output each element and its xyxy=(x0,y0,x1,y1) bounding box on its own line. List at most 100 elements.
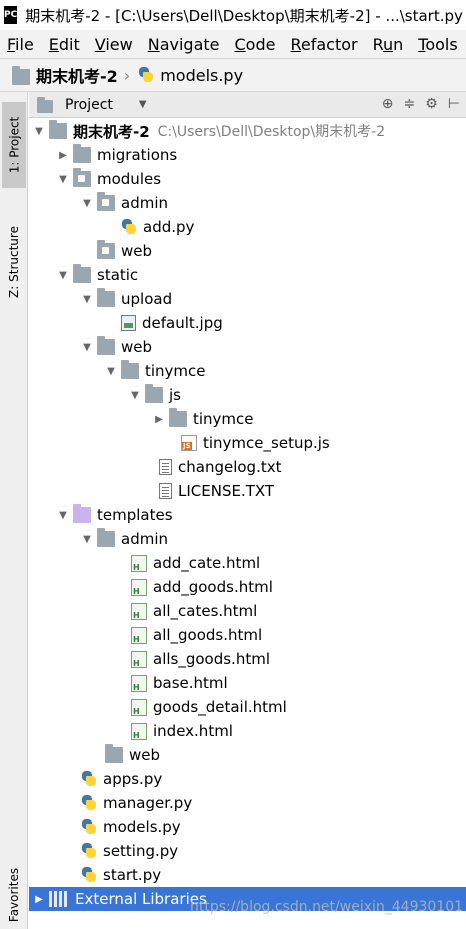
tree-item[interactable]: add.py xyxy=(29,215,466,239)
collapsed-arrow-icon[interactable]: ▶ xyxy=(151,411,167,427)
collapsed-arrow-icon[interactable]: ▶ xyxy=(31,891,47,907)
chevron-right-icon: › xyxy=(123,65,131,85)
expanded-arrow-icon[interactable]: ▼ xyxy=(31,123,47,139)
library-icon xyxy=(49,891,69,907)
html-file-icon xyxy=(131,674,147,692)
collapse-all-icon[interactable]: ≑ xyxy=(404,96,416,112)
tree-item[interactable]: start.py xyxy=(29,863,466,887)
collapsed-arrow-icon[interactable]: ▶ xyxy=(55,147,71,163)
menu-bar: File Edit View Navigate Code Refactor Ru… xyxy=(0,30,466,58)
tree-item[interactable]: LICENSE.TXT xyxy=(29,479,466,503)
tree-item[interactable]: ▼ tinymce xyxy=(29,359,466,383)
folder-icon xyxy=(73,144,91,163)
expanded-arrow-icon[interactable]: ▼ xyxy=(103,363,119,379)
menu-tools[interactable]: Tools xyxy=(411,35,465,54)
tree-item[interactable]: changelog.txt xyxy=(29,455,466,479)
menu-view[interactable]: View xyxy=(88,35,141,54)
python-file-icon xyxy=(81,771,97,787)
folder-icon xyxy=(12,65,30,85)
tree-item[interactable]: default.jpg xyxy=(29,311,466,335)
tree-item[interactable]: ▼ admin xyxy=(29,191,466,215)
html-file-icon xyxy=(131,650,147,668)
tree-item[interactable]: setting.py xyxy=(29,839,466,863)
window-title: 期末机考-2 - [C:\Users\Dell\Desktop\期末机考-2] … xyxy=(25,6,466,25)
hide-icon[interactable]: ⊢ xyxy=(448,96,460,112)
tree-item[interactable]: manager.py xyxy=(29,791,466,815)
folder-icon xyxy=(121,360,139,379)
folder-icon xyxy=(145,384,163,403)
html-file-icon xyxy=(131,698,147,716)
expanded-arrow-icon[interactable]: ▼ xyxy=(79,339,95,355)
project-path: C:\Users\Dell\Desktop\期末机考-2 xyxy=(157,124,386,140)
html-file-icon xyxy=(131,722,147,740)
html-file-icon xyxy=(131,626,147,644)
tree-item[interactable]: web xyxy=(29,239,466,263)
breadcrumb: 期末机考-2 › models.py xyxy=(0,58,466,92)
templates-folder-icon xyxy=(73,504,91,523)
tree-item[interactable]: apps.py xyxy=(29,767,466,791)
tree-item[interactable]: ▼ admin xyxy=(29,527,466,551)
package-folder-icon xyxy=(73,168,91,187)
expanded-arrow-icon[interactable]: ▼ xyxy=(55,507,71,523)
text-file-icon xyxy=(159,483,172,499)
tree-item[interactable]: web xyxy=(29,743,466,767)
expanded-arrow-icon[interactable]: ▼ xyxy=(55,171,71,187)
tree-item[interactable]: ▼ web xyxy=(29,335,466,359)
locate-icon[interactable]: ⊕ xyxy=(382,96,394,112)
breadcrumb-file[interactable]: models.py xyxy=(138,66,243,85)
image-file-icon xyxy=(121,315,136,331)
tree-item[interactable]: tinymce_setup.js xyxy=(29,431,466,455)
menu-run[interactable]: Run xyxy=(366,35,412,54)
gear-icon[interactable]: ⚙ xyxy=(425,96,438,112)
menu-file[interactable]: File xyxy=(0,35,42,54)
tree-item[interactable]: ▼ upload xyxy=(29,287,466,311)
python-file-icon xyxy=(81,843,97,859)
tree-item[interactable]: alls_goods.html xyxy=(29,647,466,671)
html-file-icon xyxy=(131,578,147,596)
python-file-icon xyxy=(121,219,137,235)
project-tree: ▼ 期末机考-2 C:\Users\Dell\Desktop\期末机考-2 ▶ … xyxy=(29,118,466,929)
expanded-arrow-icon[interactable]: ▼ xyxy=(79,195,95,211)
tree-item[interactable]: index.html xyxy=(29,719,466,743)
tree-item[interactable]: add_goods.html xyxy=(29,575,466,599)
tree-root[interactable]: ▼ 期末机考-2 C:\Users\Dell\Desktop\期末机考-2 xyxy=(29,119,466,143)
menu-navigate[interactable]: Navigate xyxy=(141,35,228,54)
tree-item[interactable]: ▶ tinymce xyxy=(29,407,466,431)
project-panel-header: Project ▼ ⊕ ≑ ⚙ ⊢ xyxy=(29,92,466,118)
folder-icon xyxy=(97,336,115,355)
folder-icon xyxy=(169,408,187,427)
breadcrumb-project[interactable]: 期末机考-2 xyxy=(12,63,118,87)
tree-item[interactable]: all_cates.html xyxy=(29,599,466,623)
tab-favorites[interactable]: Favorites xyxy=(2,862,26,928)
tree-item[interactable]: ▼ templates xyxy=(29,503,466,527)
javascript-file-icon xyxy=(181,435,197,451)
expanded-arrow-icon[interactable]: ▼ xyxy=(79,291,95,307)
tree-item[interactable]: all_goods.html xyxy=(29,623,466,647)
text-file-icon xyxy=(159,459,172,475)
tree-item[interactable]: models.py xyxy=(29,815,466,839)
folder-icon xyxy=(97,528,115,547)
watermark: https://blog.csdn.net/weixin_44930101 xyxy=(190,899,464,915)
package-folder-icon xyxy=(97,192,115,211)
project-view-icon xyxy=(37,96,53,113)
project-view-selector[interactable]: Project xyxy=(65,97,113,113)
menu-refactor[interactable]: Refactor xyxy=(283,35,365,54)
expanded-arrow-icon[interactable]: ▼ xyxy=(79,531,95,547)
pycharm-app-icon: PC xyxy=(4,6,18,24)
tab-structure[interactable]: Z: Structure xyxy=(2,212,26,312)
tree-item[interactable]: ▼ js xyxy=(29,383,466,407)
tree-item[interactable]: base.html xyxy=(29,671,466,695)
tree-item[interactable]: ▼ modules xyxy=(29,167,466,191)
tree-item[interactable]: goods_detail.html xyxy=(29,695,466,719)
tree-item[interactable]: ▶ migrations xyxy=(29,143,466,167)
left-tool-strip: 1: Project Z: Structure Favorites xyxy=(0,92,28,929)
tree-item[interactable]: add_cate.html xyxy=(29,551,466,575)
expanded-arrow-icon[interactable]: ▼ xyxy=(127,387,143,403)
menu-edit[interactable]: Edit xyxy=(42,35,88,54)
expanded-arrow-icon[interactable]: ▼ xyxy=(55,267,71,283)
python-file-icon xyxy=(138,67,154,83)
chevron-down-icon[interactable]: ▼ xyxy=(139,99,147,110)
tree-item[interactable]: ▼ static xyxy=(29,263,466,287)
menu-code[interactable]: Code xyxy=(228,35,284,54)
tab-project[interactable]: 1: Project xyxy=(2,102,26,188)
